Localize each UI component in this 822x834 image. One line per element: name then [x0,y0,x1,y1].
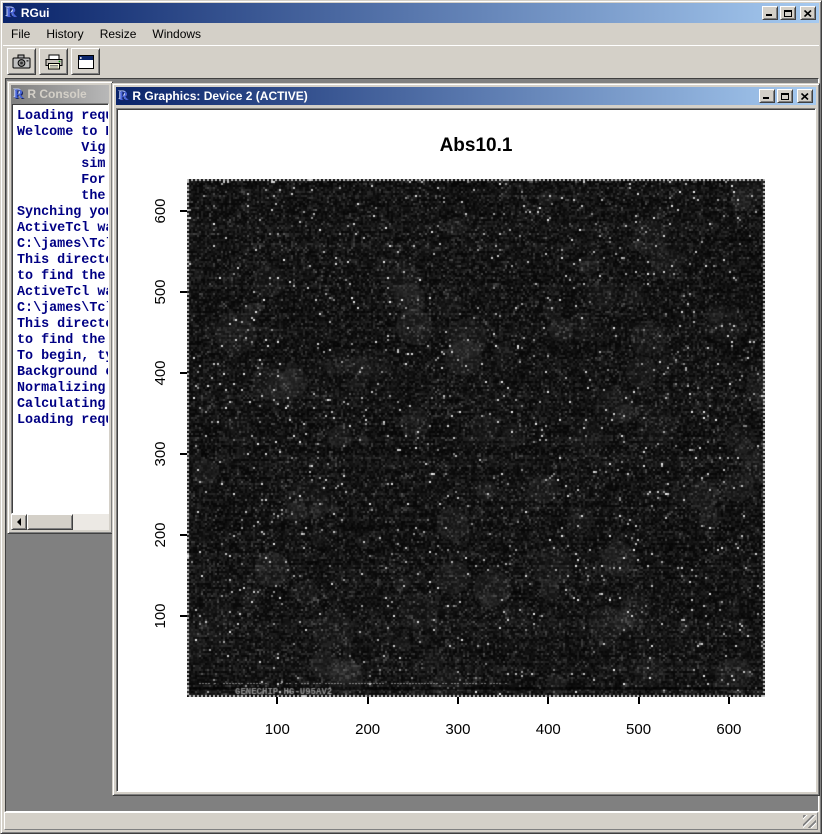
graphics-close-button[interactable] [797,89,813,103]
close-button[interactable] [800,6,816,20]
x-axis-tick [638,697,640,704]
x-axis-tick-label: 300 [436,721,480,738]
console-line: Synching you [17,205,108,221]
x-axis-tick-label: 400 [526,721,570,738]
x-axis-tick-label: 100 [255,721,299,738]
main-title-bar[interactable]: R RGui [3,3,819,23]
console-line: C:\james\Tcl [17,301,108,317]
console-line: To begin, ty [17,349,108,365]
menu-item-windows[interactable]: Windows [144,25,209,43]
console-line: to find the [17,269,108,285]
close-icon [804,10,812,17]
status-bar [4,812,818,830]
x-axis-tick-label: 600 [707,721,751,738]
y-axis-tick [180,291,187,293]
window-icon [76,54,96,70]
console-line: Loading requ [17,109,108,125]
console-title-bar[interactable]: R R Console [11,85,109,103]
console-line: For [17,173,108,189]
console-hscrollbar[interactable] [11,514,109,530]
x-axis-tick-label: 200 [346,721,390,738]
console-line: Calculating [17,397,108,413]
console-window-button[interactable] [71,48,100,75]
y-axis-tick-label: 200 [153,517,169,553]
mdi-area: R R Console Loading requWelcome to B Vig… [5,78,819,812]
r-logo-icon: R [6,6,17,20]
console-line: the [17,189,108,205]
minimize-icon [763,97,769,99]
y-axis-tick [180,453,187,455]
resize-grip[interactable] [803,815,816,828]
graphics-minimize-button[interactable] [759,89,775,103]
graphics-title: R Graphics: Device 2 (ACTIVE) [132,89,757,103]
camera-button[interactable] [7,48,36,75]
x-axis-tick [547,697,549,704]
minimize-button[interactable] [762,6,778,20]
toolbar [3,45,819,77]
graphics-window: R R Graphics: Device 2 (ACTIVE) Abs10.1 … [112,83,820,796]
plot-area: Abs10.1 100 200 300 400 500 600 100 200 300 400 50… [116,108,816,792]
console-line: This directo [17,317,108,333]
console-line: to find the [17,333,108,349]
maximize-button[interactable] [780,6,796,20]
left-arrow-icon [13,518,21,526]
console-line: Welcome to B [17,125,108,141]
microarray-image [187,179,765,697]
y-axis-tick-label: 100 [153,598,169,634]
y-axis-tick-label: 400 [153,355,169,391]
menu-bar: FileHistoryResizeWindows [3,24,819,44]
maximize-icon [784,10,792,17]
scrollbar-thumb[interactable] [27,514,73,530]
minimize-icon [766,14,772,16]
console-line: ActiveTcl wa [17,285,108,301]
y-axis-tick-label: 500 [153,274,169,310]
console-line: C:\james\Tcl [17,237,108,253]
printer-icon [44,54,64,70]
console-title: R Console [27,87,106,101]
console-line: sim [17,157,108,173]
y-axis-tick [180,372,187,374]
rgui-main-window: R RGui FileHistoryResizeWindows [0,0,822,834]
x-axis-tick-label: 500 [617,721,661,738]
x-axis-tick [728,697,730,704]
main-window-title: RGui [21,6,760,20]
y-axis-tick [180,210,187,212]
console-line: Background c [17,365,108,381]
console-line: Normalizing [17,381,108,397]
console-line: ActiveTcl wa [17,221,108,237]
y-axis-tick-label: 300 [153,436,169,472]
print-button[interactable] [39,48,68,75]
menu-item-file[interactable]: File [3,25,38,43]
console-line: This directo [17,253,108,269]
y-axis-tick [180,534,187,536]
plot-title: Abs10.1 [187,135,765,157]
graphics-title-bar[interactable]: R R Graphics: Device 2 (ACTIVE) [116,87,816,105]
r-logo-icon: R [14,87,23,101]
console-output[interactable]: Loading requWelcome to B Vig sim For the… [11,103,109,514]
console-line: Loading requ [17,413,108,429]
menu-item-resize[interactable]: Resize [92,25,145,43]
x-axis-tick [276,697,278,704]
y-axis-tick-label: 600 [153,193,169,229]
close-icon [801,93,809,100]
graphics-maximize-button[interactable] [777,89,793,103]
camera-icon [12,54,32,70]
console-window: R R Console Loading requWelcome to B Vig… [7,81,113,534]
r-logo-icon: R [119,89,128,103]
console-line: Vig [17,141,108,157]
maximize-icon [781,93,789,100]
menu-item-history[interactable]: History [38,25,91,43]
scroll-left-button[interactable] [11,514,27,530]
y-axis-tick [180,615,187,617]
x-axis-tick [457,697,459,704]
x-axis-tick [367,697,369,704]
